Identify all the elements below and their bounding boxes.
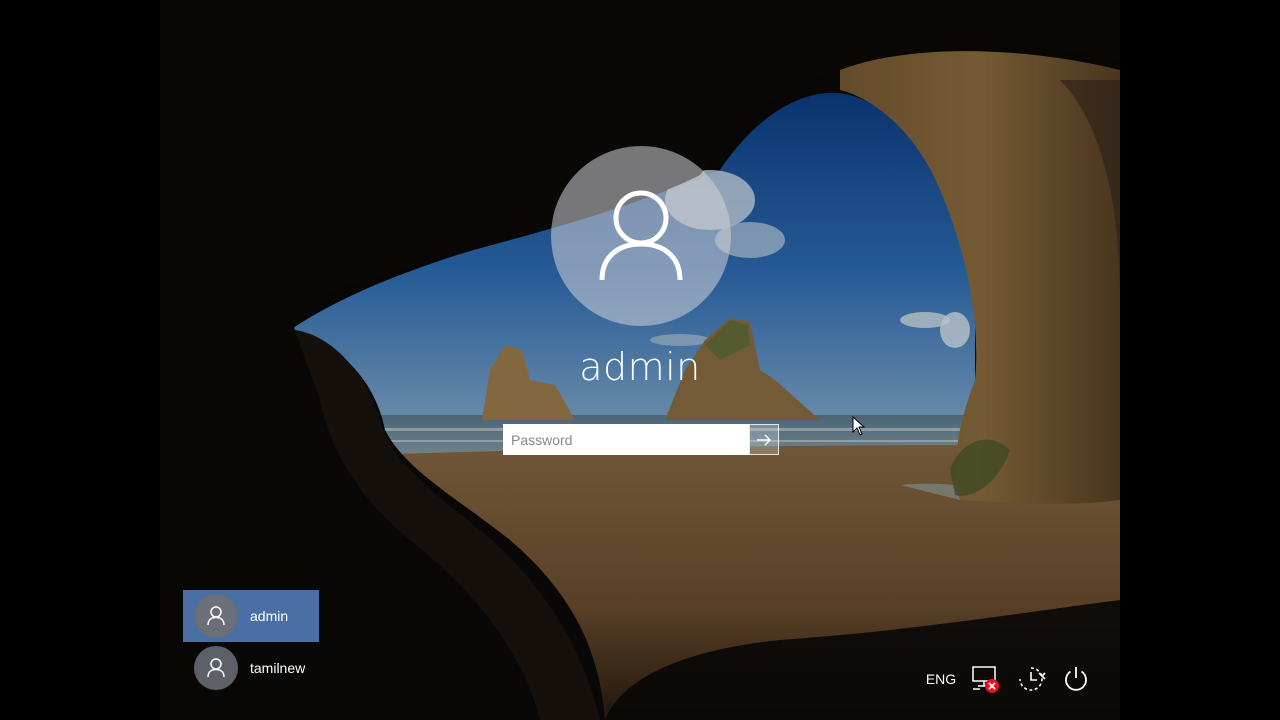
mouse-pointer-icon — [852, 415, 866, 440]
user-tile-name: tamilnew — [250, 660, 306, 676]
user-icon — [207, 658, 225, 678]
user-tile-name: admin — [250, 608, 289, 624]
user-tile-avatar — [194, 594, 238, 638]
language-button[interactable]: ENG — [922, 662, 960, 696]
network-disconnected-icon — [972, 666, 999, 693]
signin-username: admin — [579, 345, 701, 389]
ease-of-access-button[interactable] — [1012, 662, 1050, 696]
power-button[interactable] — [1058, 662, 1094, 696]
network-button[interactable] — [968, 662, 1004, 696]
user-switcher-list: admin tamilnew — [183, 590, 319, 694]
user-tile-tamilnew[interactable]: tamilnew — [183, 642, 319, 694]
password-box — [503, 424, 779, 455]
user-icon — [207, 606, 225, 626]
password-input[interactable] — [503, 424, 749, 455]
power-icon — [1065, 667, 1087, 691]
user-tile-admin[interactable]: admin — [183, 590, 319, 642]
submit-button[interactable] — [749, 424, 779, 455]
arrow-right-icon — [757, 434, 771, 445]
ease-of-access-icon — [1019, 667, 1046, 691]
user-tile-avatar — [194, 646, 238, 690]
user-icon — [599, 190, 683, 281]
user-avatar — [551, 146, 731, 326]
